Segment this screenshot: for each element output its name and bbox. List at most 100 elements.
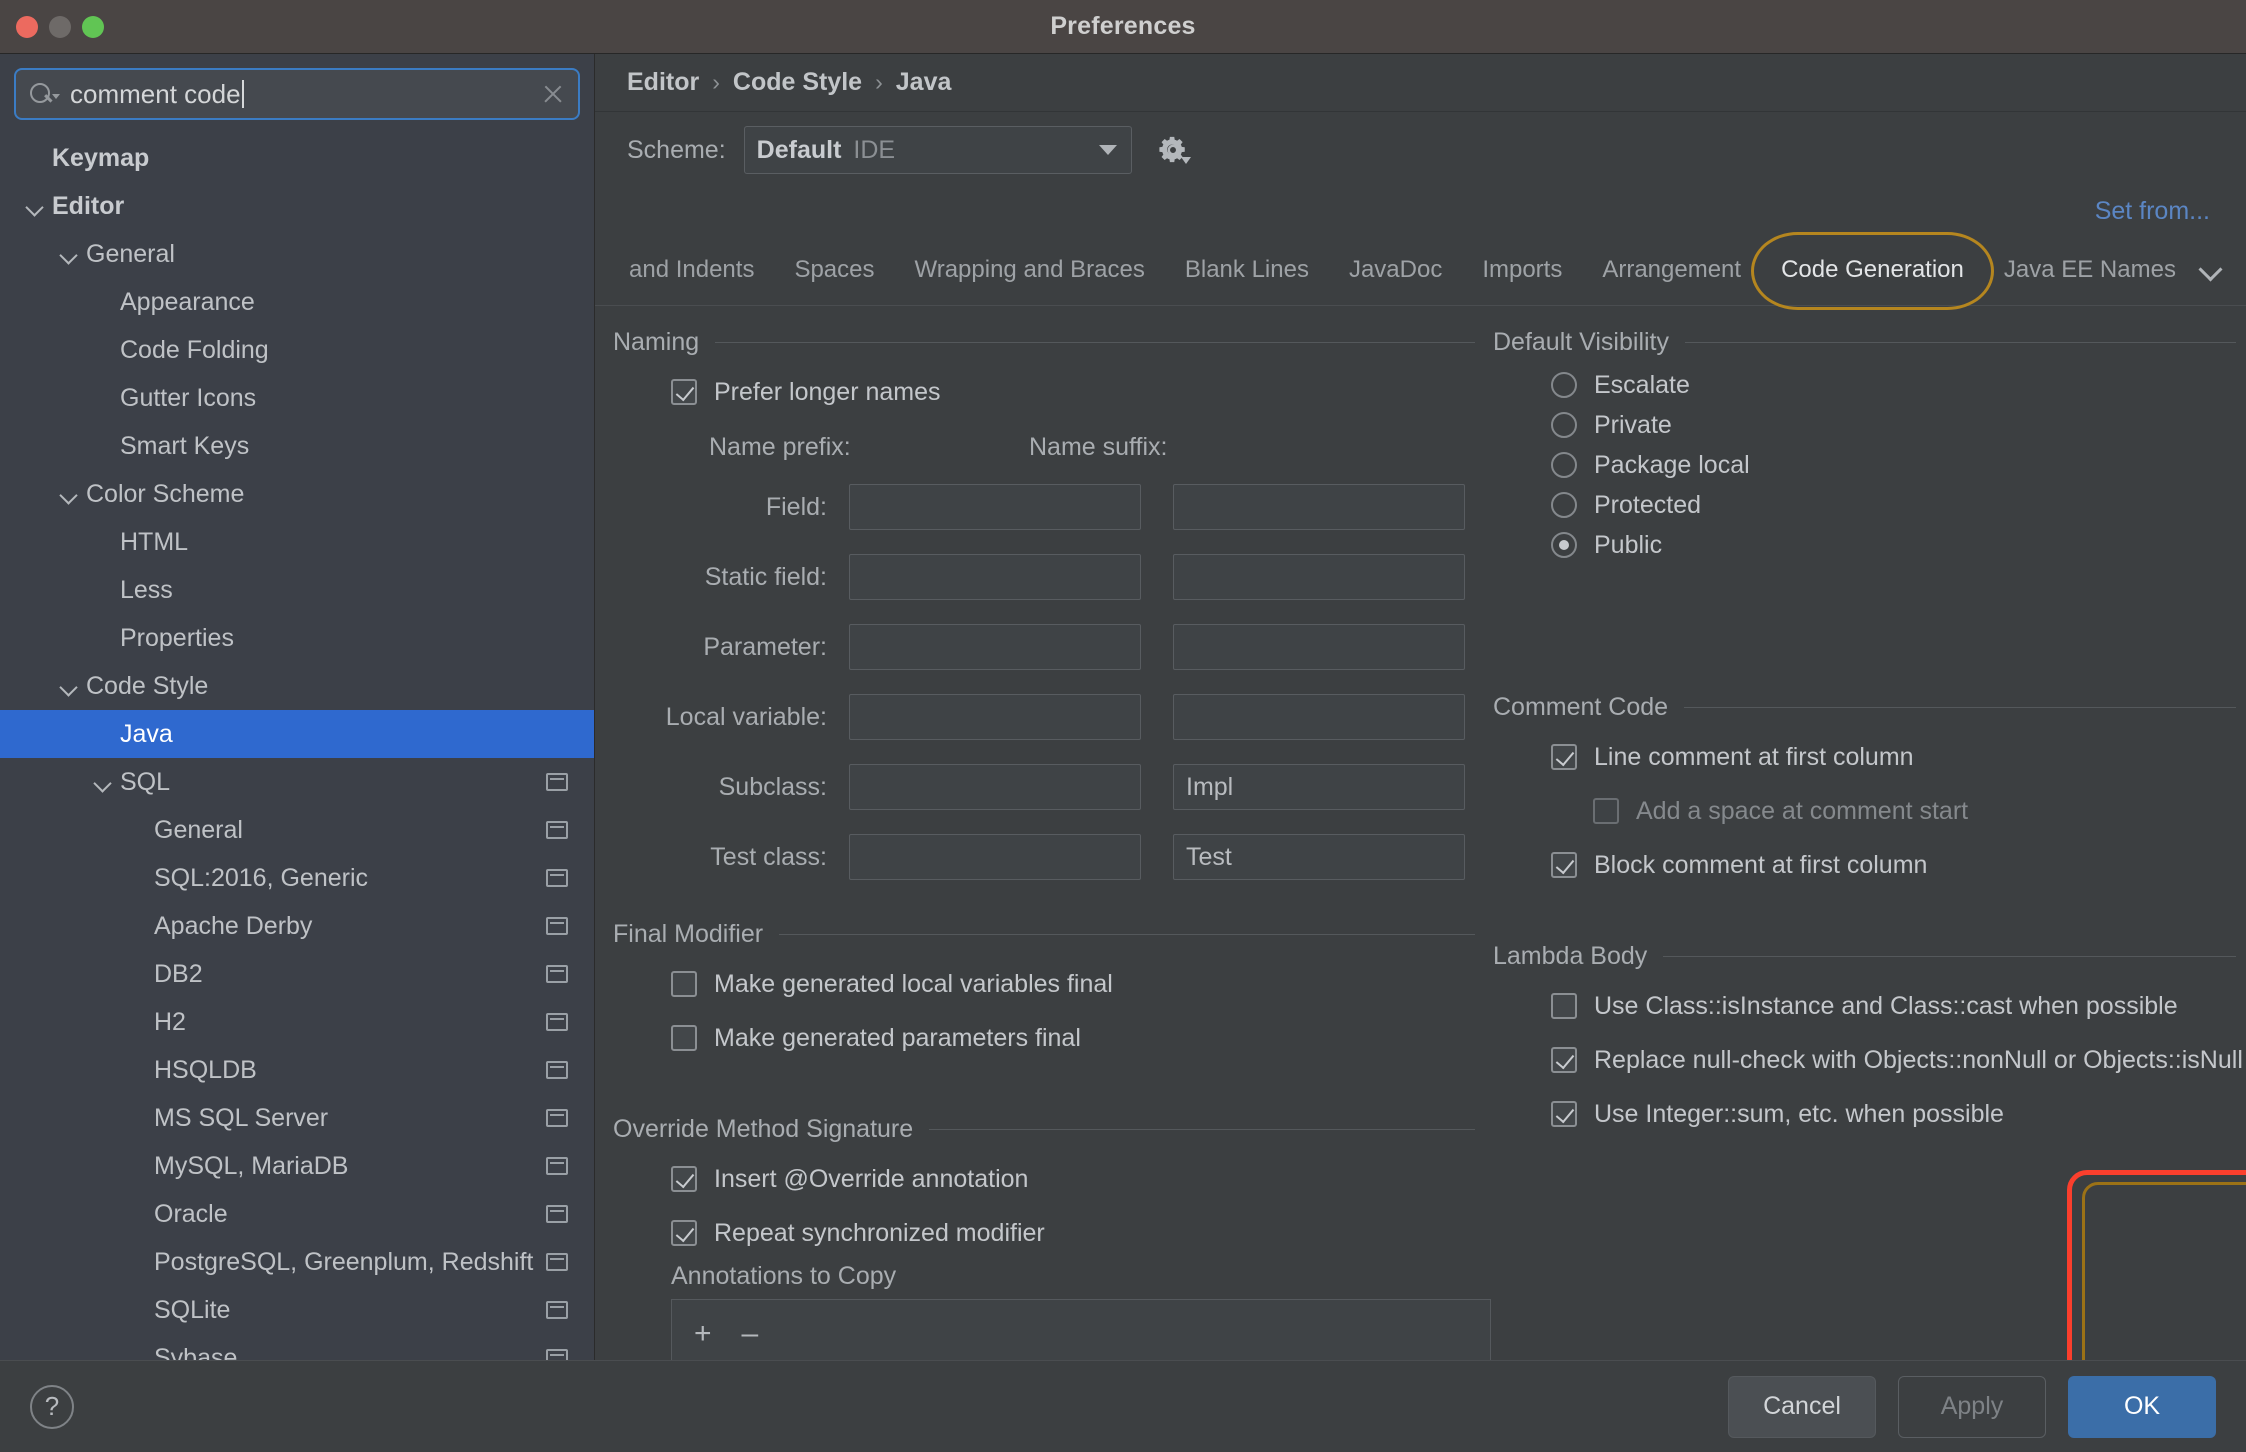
comment-code-option-row[interactable]: Block comment at first column [1493, 838, 2236, 892]
chevron-down-icon[interactable] [58, 675, 80, 697]
sidebar-item-html[interactable]: HTML [0, 518, 594, 566]
sidebar-item-ms-sql-server[interactable]: MS SQL Server [0, 1094, 594, 1142]
sidebar-item-appearance[interactable]: Appearance [0, 278, 594, 326]
sidebar-item-postgresql-greenplum-redshift[interactable]: PostgreSQL, Greenplum, Redshift [0, 1238, 594, 1286]
final-modifier-option-checkbox[interactable] [671, 971, 697, 997]
default-visibility-radio[interactable] [1551, 412, 1577, 438]
default-visibility-radio[interactable] [1551, 532, 1577, 558]
naming-prefix-input[interactable] [849, 624, 1141, 670]
comment-code-option-row[interactable]: Add a space at comment start [1493, 784, 2236, 838]
chevron-down-icon[interactable] [58, 483, 80, 505]
tab-wrapping-and-braces[interactable]: Wrapping and Braces [895, 248, 1165, 292]
comment-code-option-checkbox[interactable] [1551, 744, 1577, 770]
set-from-link[interactable]: Set from... [595, 188, 2246, 234]
sidebar-item-sql-2016-generic[interactable]: SQL:2016, Generic [0, 854, 594, 902]
override-signature-option-row[interactable]: Insert @Override annotation [613, 1152, 1475, 1206]
sidebar-item-mysql-mariadb[interactable]: MySQL, MariaDB [0, 1142, 594, 1190]
naming-suffix-input[interactable]: Test [1173, 834, 1465, 880]
breadcrumb-item[interactable]: Java [896, 68, 952, 97]
sidebar-item-general[interactable]: General [0, 806, 594, 854]
plus-icon[interactable]: + [694, 1319, 712, 1349]
sidebar-item-keymap[interactable]: Keymap [0, 134, 594, 182]
clear-icon[interactable] [540, 81, 566, 107]
search-field[interactable]: comment code [14, 68, 580, 120]
breadcrumb-item[interactable]: Code Style [733, 68, 862, 97]
prefer-longer-names-row[interactable]: Prefer longer names [613, 365, 1475, 419]
naming-prefix-input[interactable] [849, 694, 1141, 740]
sidebar-item-sql[interactable]: SQL [0, 758, 594, 806]
tab-code-generation[interactable]: Code Generation [1751, 231, 1994, 310]
naming-suffix-input[interactable]: Impl [1173, 764, 1465, 810]
final-modifier-option-row[interactable]: Make generated local variables final [613, 957, 1475, 1011]
default-visibility-radio[interactable] [1551, 452, 1577, 478]
sidebar-item-code-folding[interactable]: Code Folding [0, 326, 594, 374]
prefer-longer-names-checkbox[interactable] [671, 379, 697, 405]
lambda-body-option-row[interactable]: Use Class::isInstance and Class::cast wh… [1493, 979, 2236, 1033]
chevron-down-icon[interactable] [24, 195, 46, 217]
override-signature-option-checkbox[interactable] [671, 1166, 697, 1192]
naming-prefix-input[interactable] [849, 834, 1141, 880]
naming-prefix-input[interactable] [849, 554, 1141, 600]
tab-imports[interactable]: Imports [1462, 248, 1582, 292]
sidebar-item-h2[interactable]: H2 [0, 998, 594, 1046]
gear-icon[interactable] [1156, 133, 1191, 167]
apply-button[interactable]: Apply [1898, 1375, 2046, 1438]
tab-arrangement[interactable]: Arrangement [1582, 248, 1761, 292]
tab-and-indents[interactable]: and Indents [609, 248, 774, 292]
override-signature-option-checkbox[interactable] [671, 1220, 697, 1246]
naming-prefix-input[interactable] [849, 484, 1141, 530]
override-signature-option-row[interactable]: Repeat synchronized modifier [613, 1206, 1475, 1260]
lambda-body-option-checkbox[interactable] [1551, 993, 1577, 1019]
default-visibility-option-row[interactable]: Private [1493, 405, 2236, 445]
breadcrumb-item[interactable]: Editor [627, 68, 699, 97]
sidebar-item-editor[interactable]: Editor [0, 182, 594, 230]
sidebar-item-db2[interactable]: DB2 [0, 950, 594, 998]
sidebar-item-apache-derby[interactable]: Apache Derby [0, 902, 594, 950]
sidebar-item-sybase[interactable]: Sybase [0, 1334, 594, 1360]
default-visibility-radio[interactable] [1551, 372, 1577, 398]
sidebar-item-java[interactable]: Java [0, 710, 594, 758]
comment-code-option-row[interactable]: Line comment at first column [1493, 730, 2236, 784]
naming-suffix-input[interactable] [1173, 554, 1465, 600]
sidebar-item-code-style[interactable]: Code Style [0, 662, 594, 710]
sidebar-item-gutter-icons[interactable]: Gutter Icons [0, 374, 594, 422]
default-visibility-option-row[interactable]: Protected [1493, 485, 2236, 525]
naming-suffix-input[interactable] [1173, 694, 1465, 740]
tab-java-ee-names[interactable]: Java EE Names [1984, 248, 2196, 292]
sidebar-item-general[interactable]: General [0, 230, 594, 278]
cancel-button[interactable]: Cancel [1728, 1375, 1876, 1438]
lambda-body-option-row[interactable]: Use Integer::sum, etc. when possible [1493, 1087, 2236, 1141]
help-button[interactable]: ? [30, 1384, 74, 1429]
ok-button[interactable]: OK [2068, 1375, 2216, 1438]
default-visibility-option-row[interactable]: Escalate [1493, 365, 2236, 405]
final-modifier-option-checkbox[interactable] [671, 1025, 697, 1051]
sidebar-item-smart-keys[interactable]: Smart Keys [0, 422, 594, 470]
tab-javadoc[interactable]: JavaDoc [1329, 248, 1462, 292]
final-modifier-option-row[interactable]: Make generated parameters final [613, 1011, 1475, 1065]
comment-code-option-checkbox[interactable] [1551, 852, 1577, 878]
annotations-to-copy-list[interactable]: + – [671, 1299, 1491, 1360]
naming-suffix-input[interactable] [1173, 624, 1465, 670]
lambda-body-option-checkbox[interactable] [1551, 1047, 1577, 1073]
sidebar-item-less[interactable]: Less [0, 566, 594, 614]
chevron-down-icon[interactable] [2198, 257, 2224, 283]
sidebar-item-sqlite[interactable]: SQLite [0, 1286, 594, 1334]
naming-suffix-input[interactable] [1173, 484, 1465, 530]
lambda-body-option-checkbox[interactable] [1551, 1101, 1577, 1127]
lambda-body-option-row[interactable]: Replace null-check with Objects::nonNull… [1493, 1033, 2243, 1087]
sidebar-item-color-scheme[interactable]: Color Scheme [0, 470, 594, 518]
tab-spaces[interactable]: Spaces [774, 248, 894, 292]
chevron-down-icon[interactable] [58, 243, 80, 265]
default-visibility-radio[interactable] [1551, 492, 1577, 518]
sidebar-item-oracle[interactable]: Oracle [0, 1190, 594, 1238]
default-visibility-option-row[interactable]: Public [1493, 525, 2236, 565]
naming-prefix-input[interactable] [849, 764, 1141, 810]
tab-blank-lines[interactable]: Blank Lines [1165, 248, 1329, 292]
minus-icon[interactable]: – [742, 1319, 759, 1349]
sidebar-item-label: Code Style [86, 671, 209, 700]
chevron-down-icon[interactable] [92, 771, 114, 793]
default-visibility-option-row[interactable]: Package local [1493, 445, 2236, 485]
sidebar-item-properties[interactable]: Properties [0, 614, 594, 662]
sidebar-item-hsqldb[interactable]: HSQLDB [0, 1046, 594, 1094]
scheme-dropdown[interactable]: Default IDE [743, 126, 1132, 174]
